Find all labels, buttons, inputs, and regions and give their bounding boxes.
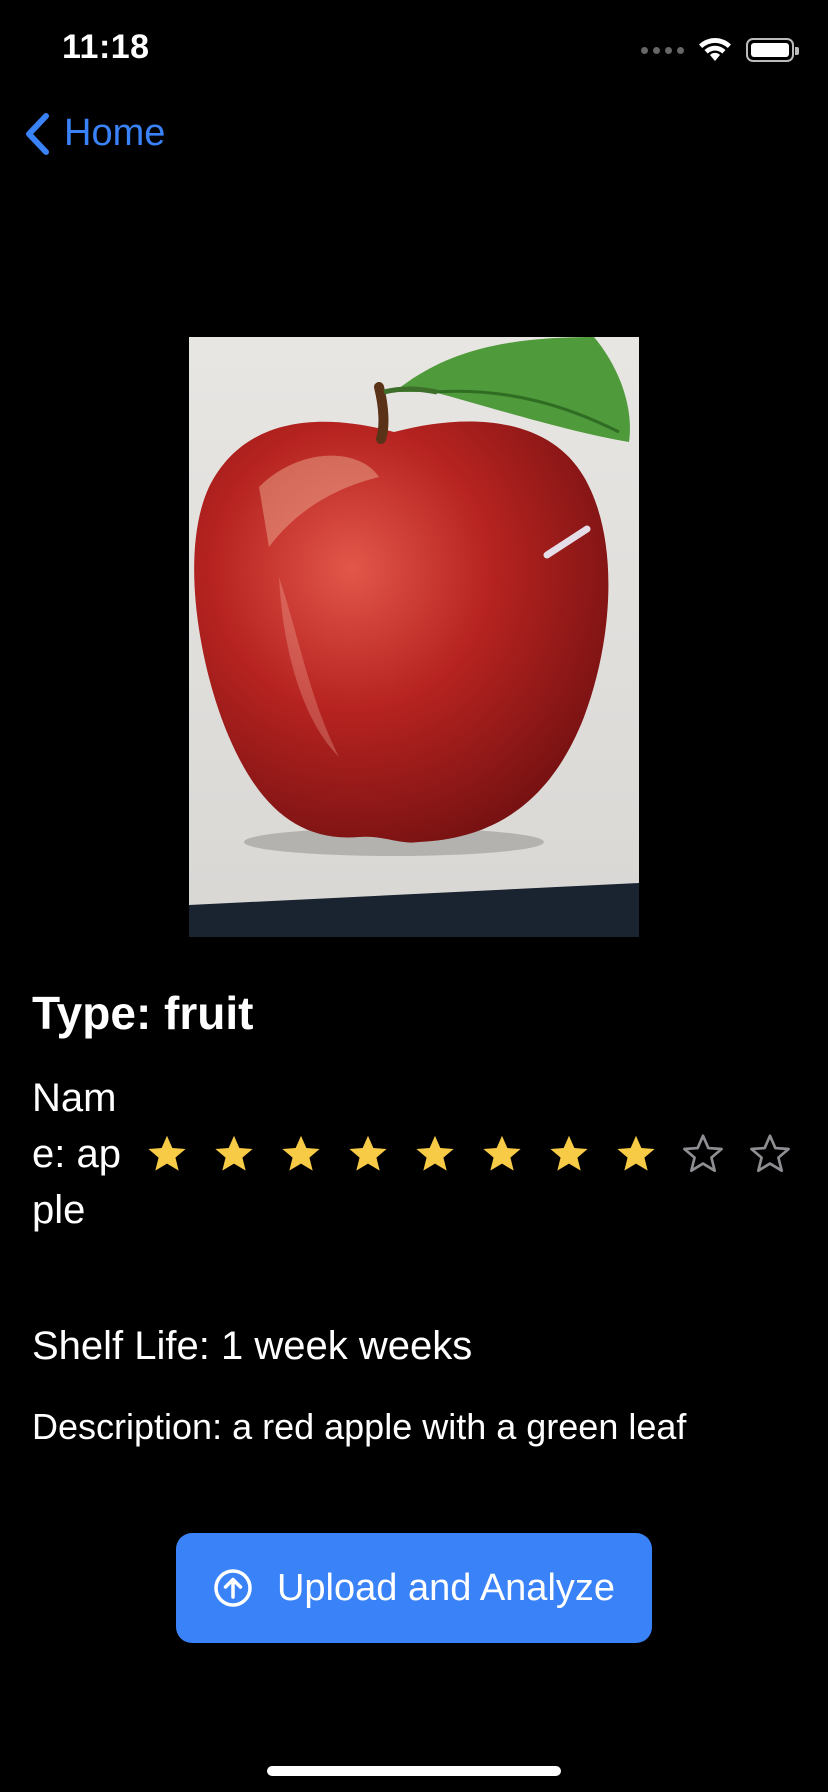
star-outline-icon	[750, 1134, 790, 1173]
chevron-left-icon	[26, 112, 49, 155]
status-time: 11:18	[62, 28, 150, 66]
battery-icon	[746, 38, 799, 62]
star-filled-icon	[282, 1135, 320, 1171]
rating-stars	[144, 1131, 793, 1177]
type-label: Type: fruit	[32, 987, 254, 1039]
star-filled-icon	[349, 1135, 387, 1171]
name-rating-row: Name: apple	[32, 1070, 802, 1238]
star-filled-icon	[617, 1135, 655, 1171]
star-filled-icon	[215, 1135, 253, 1171]
star-filled-icon	[148, 1135, 186, 1171]
shelf-life-label: Shelf Life: 1 week weeks	[32, 1324, 473, 1368]
upload-analyze-button[interactable]: Upload and Analyze	[176, 1533, 652, 1643]
wifi-icon	[699, 38, 731, 61]
cellular-signal-icon	[641, 46, 684, 54]
star-outline-icon	[683, 1134, 723, 1173]
home-indicator[interactable]	[267, 1766, 561, 1776]
star-filled-icon	[550, 1135, 588, 1171]
upload-analyze-label: Upload and Analyze	[276, 1566, 616, 1609]
name-label: Name: apple	[32, 1076, 121, 1232]
star-filled-icon	[483, 1135, 521, 1171]
analysis-screen: 11:18 Home Type: fruit Name: apple Shelf…	[0, 0, 828, 1792]
arrow-up-circle-icon	[214, 1569, 252, 1607]
back-button-label: Home	[64, 112, 166, 154]
analyzed-photo	[189, 337, 639, 937]
back-button[interactable]: Home	[24, 112, 165, 155]
status-indicators	[641, 34, 799, 66]
description-label: Description: a red apple with a green le…	[32, 1406, 687, 1447]
star-filled-icon	[416, 1135, 454, 1171]
